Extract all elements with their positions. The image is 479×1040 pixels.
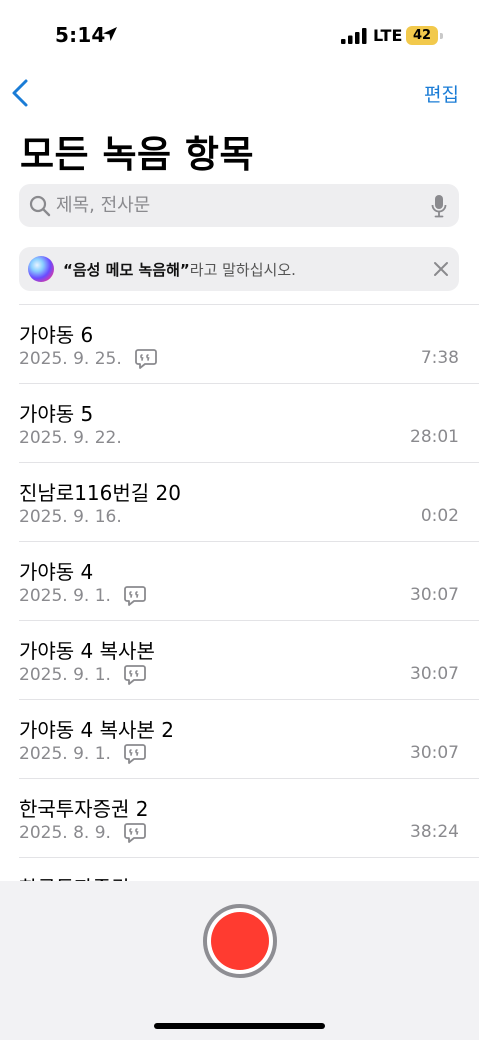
- recording-meta: 2025. 9. 22.: [19, 426, 122, 450]
- recording-row[interactable]: 가야동 4 2025. 9. 1. 30:07: [0, 542, 479, 621]
- recording-row[interactable]: 가야동 5 2025. 9. 22. 28:01: [0, 384, 479, 463]
- cellular-signal-icon: [341, 28, 367, 44]
- recording-row[interactable]: 가야동 6 2025. 9. 25. 7:38: [0, 305, 479, 384]
- transcript-icon: [124, 823, 146, 843]
- battery-level: 42: [412, 28, 432, 43]
- recording-date: 2025. 9. 1.: [19, 744, 111, 764]
- recording-title: 한국투자증권 2: [19, 797, 149, 821]
- search-bar[interactable]: [19, 184, 459, 227]
- recording-meta: 2025. 9. 16.: [19, 505, 122, 529]
- transcript-icon: [124, 586, 146, 606]
- recordings-list: 가야동 6 2025. 9. 25. 7:38 가야동 5 2025. 9. 2…: [0, 305, 479, 937]
- carrier-label: LTE: [373, 26, 403, 45]
- recording-meta: 2025. 9. 1.: [19, 663, 147, 687]
- recording-duration: 0:02: [420, 506, 459, 526]
- siri-suggestion-card[interactable]: “음성 메모 녹음해”라고 말하십시오.: [19, 247, 459, 291]
- transcript-icon: [124, 744, 146, 764]
- location-arrow-icon: [103, 27, 117, 41]
- siri-suggestion-text: “음성 메모 녹음해”라고 말하십시오.: [63, 259, 296, 280]
- recording-row[interactable]: 가야동 4 복사본 2025. 9. 1. 30:07: [0, 621, 479, 700]
- recording-title: 가야동 5: [19, 402, 94, 426]
- record-button[interactable]: [203, 904, 277, 978]
- recording-title: 진남로116번길 20: [19, 481, 181, 505]
- recording-meta: 2025. 8. 9.: [19, 821, 147, 845]
- record-panel: [0, 881, 479, 1040]
- recording-date: 2025. 9. 25.: [19, 349, 122, 369]
- recording-date: 2025. 9. 22.: [19, 428, 122, 448]
- back-chevron-icon[interactable]: [8, 78, 34, 108]
- recording-row[interactable]: 가야동 4 복사본 2 2025. 9. 1. 30:07: [0, 700, 479, 779]
- recording-date: 2025. 9. 1.: [19, 586, 111, 606]
- record-dot-icon: [211, 912, 269, 970]
- recording-date: 2025. 9. 16.: [19, 507, 122, 527]
- home-indicator[interactable]: [154, 1023, 325, 1029]
- page-title: 모든 녹음 항목: [20, 133, 255, 176]
- recording-date: 2025. 8. 9.: [19, 823, 111, 843]
- status-bar: 5:14 LTE 42: [0, 0, 479, 72]
- recording-duration: 30:07: [410, 664, 459, 684]
- recording-duration: 7:38: [420, 348, 459, 368]
- recording-date: 2025. 9. 1.: [19, 665, 111, 685]
- close-icon[interactable]: [432, 260, 450, 278]
- siri-suggestion-suffix: 라고 말하십시오.: [189, 261, 296, 279]
- recording-title: 가야동 4: [19, 560, 94, 584]
- recording-title: 가야동 6: [19, 323, 94, 347]
- recording-duration: 30:07: [410, 743, 459, 763]
- siri-suggestion-quote: “음성 메모 녹음해”: [63, 261, 190, 279]
- battery-icon: 42: [406, 26, 438, 45]
- recording-meta: 2025. 9. 1.: [19, 584, 147, 608]
- recording-duration: 30:07: [410, 585, 459, 605]
- search-input[interactable]: [56, 184, 416, 227]
- siri-icon: [28, 256, 54, 282]
- recording-row[interactable]: 한국투자증권 2 2025. 8. 9. 38:24: [0, 779, 479, 858]
- microphone-icon[interactable]: [431, 194, 447, 218]
- recording-meta: 2025. 9. 1.: [19, 742, 147, 766]
- transcript-icon: [124, 665, 146, 685]
- recording-row[interactable]: 진남로116번길 20 2025. 9. 16. 0:02: [0, 463, 479, 542]
- status-time: 5:14: [55, 23, 106, 47]
- search-icon: [29, 195, 51, 217]
- recording-meta: 2025. 9. 25.: [19, 347, 158, 371]
- battery-cap: [440, 33, 443, 39]
- recording-duration: 38:24: [410, 822, 459, 842]
- recording-duration: 28:01: [410, 427, 459, 447]
- recording-title: 가야동 4 복사본 2: [19, 718, 174, 742]
- transcript-icon: [134, 349, 157, 369]
- edit-button[interactable]: 편집: [424, 80, 459, 107]
- recording-title: 가야동 4 복사본: [19, 639, 155, 663]
